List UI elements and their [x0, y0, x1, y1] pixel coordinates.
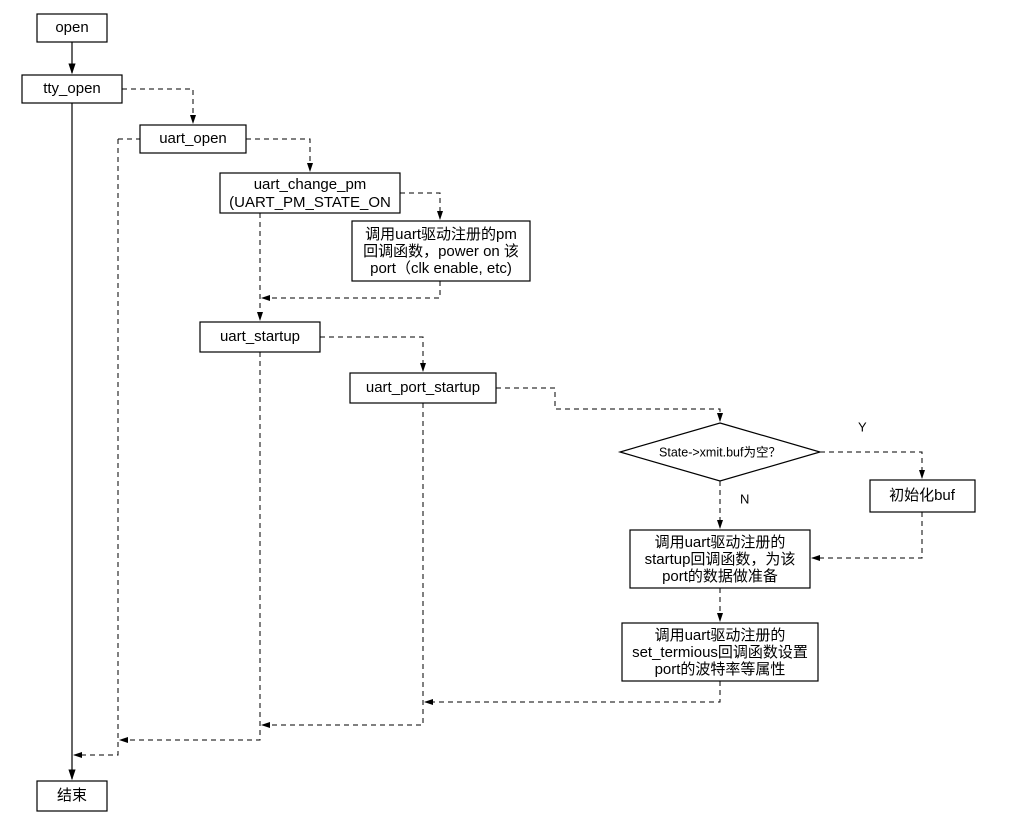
- edge-initbuf-startupcb: [812, 512, 922, 558]
- node-startup-callback-l2: startup回调函数，为该: [645, 551, 796, 568]
- node-pm-callback-l3: port（clk enable, etc): [370, 260, 512, 277]
- node-termios-callback-l3: port的波特率等属性: [655, 660, 786, 678]
- node-termios-callback-l1: 调用uart驱动注册的: [655, 627, 786, 644]
- label-no: N: [740, 491, 749, 506]
- edge-changepm-pmcb: [400, 193, 440, 219]
- edge-ttyopen-uartopen: [122, 89, 193, 123]
- node-uart-port-startup-label: uart_port_startup: [366, 379, 480, 396]
- edge-portstartup-return: [262, 403, 423, 725]
- node-init-buf-label: 初始化buf: [889, 487, 956, 504]
- node-uart-change-pm-l2: (UART_PM_STATE_ON: [229, 194, 391, 211]
- flowchart: open tty_open uart_open uart_change_pm (…: [0, 0, 1024, 825]
- edge-startup-return: [120, 352, 260, 740]
- edge-decision-yes: [820, 452, 922, 478]
- edge-portstartup-decision: [496, 388, 720, 421]
- node-startup-callback-l3: port的数据做准备: [662, 568, 778, 585]
- node-end-label: 结束: [57, 787, 87, 804]
- edge-pmcb-return: [262, 281, 440, 298]
- edge-startup-portstartup: [320, 337, 423, 371]
- edge-uartopen-changepm: [246, 139, 310, 171]
- label-yes: Y: [858, 419, 867, 434]
- edge-termios-return: [425, 681, 720, 702]
- node-termios-callback-l2: set_termious回调函数设置: [632, 644, 808, 661]
- edge-uartopen-return: [74, 139, 118, 755]
- node-startup-callback-l1: 调用uart驱动注册的: [655, 534, 786, 551]
- node-uart-open-label: uart_open: [159, 130, 227, 147]
- node-tty-open-label: tty_open: [43, 80, 101, 97]
- node-uart-change-pm-l1: uart_change_pm: [254, 176, 367, 193]
- node-open-label: open: [55, 19, 88, 36]
- node-pm-callback-l2: 回调函数，power on 该: [363, 243, 519, 260]
- node-uart-startup-label: uart_startup: [220, 328, 300, 345]
- node-pm-callback-l1: 调用uart驱动注册的pm: [365, 226, 517, 243]
- node-decision-label: State->xmit.buf为空？: [659, 445, 781, 459]
